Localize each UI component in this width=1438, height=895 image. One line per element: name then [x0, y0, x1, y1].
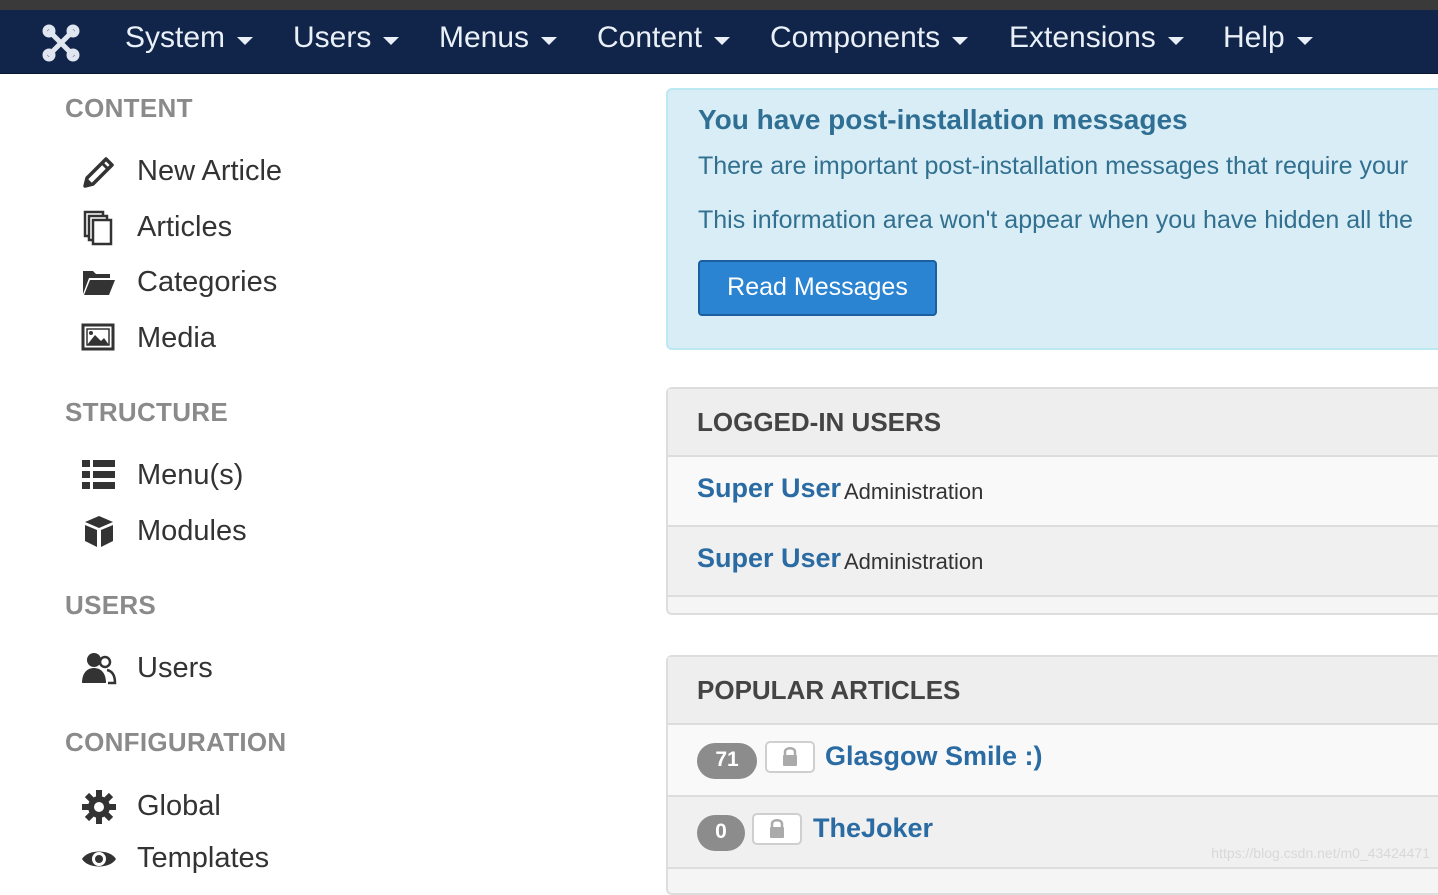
- nav-system-label: System: [125, 21, 226, 54]
- article-title-link[interactable]: Glasgow Smile :): [825, 741, 1043, 772]
- lock-button[interactable]: [752, 813, 802, 845]
- nav-content-menu[interactable]: Content: [597, 10, 731, 66]
- table-row: Super User Administration: [668, 527, 1438, 597]
- hits-badge: 0: [697, 815, 745, 851]
- hits-badge: 71: [697, 743, 757, 779]
- nav-system-menu[interactable]: System: [125, 10, 254, 66]
- nav-components-label: Components: [770, 21, 941, 54]
- sidebar-item-label: Modules: [137, 515, 247, 547]
- list-icon: [82, 460, 115, 489]
- nav-extensions-menu[interactable]: Extensions: [1009, 10, 1184, 66]
- nav-extensions-label: Extensions: [1009, 21, 1156, 54]
- caret-down-icon: [237, 37, 254, 46]
- caret-down-icon: [541, 37, 558, 46]
- sidebar-heading-content: CONTENT: [65, 93, 193, 123]
- copy-icon: [83, 210, 113, 246]
- image-icon: [81, 323, 115, 351]
- sidebar-heading-users: USERS: [65, 590, 157, 620]
- sidebar-item-new-article[interactable]: New Article: [80, 151, 480, 195]
- user-role: Administration: [844, 479, 984, 504]
- table-row: 71 Glasgow Smile :): [668, 725, 1438, 797]
- read-messages-button[interactable]: Read Messages: [698, 260, 937, 316]
- pencil-icon: [83, 157, 114, 188]
- sidebar-item-label: Media: [137, 322, 216, 354]
- sidebar-item-label: Global: [137, 790, 221, 822]
- folder-icon: [83, 271, 115, 295]
- alert-title: You have post-installation messages: [698, 104, 1188, 135]
- nav-menus-label: Menus: [439, 21, 530, 54]
- lock-icon: [770, 819, 784, 838]
- alert-text-line-1: There are important post-installation me…: [698, 152, 1409, 180]
- caret-down-icon: [1296, 37, 1313, 46]
- admin-navbar: System Users Menus Content Components Ex…: [0, 10, 1438, 74]
- nav-users-label: Users: [293, 21, 372, 54]
- sidebar-item-label: Categories: [137, 266, 278, 298]
- post-install-alert: You have post-installation messages Ther…: [666, 88, 1438, 350]
- sidebar-item-modules[interactable]: Modules: [80, 511, 480, 555]
- lock-icon: [783, 747, 797, 766]
- nav-menus-menu[interactable]: Menus: [439, 10, 558, 66]
- gear-icon: [82, 790, 116, 824]
- user-role: Administration: [844, 549, 984, 574]
- article-title-link[interactable]: TheJoker: [813, 813, 933, 844]
- sidebar-item-global[interactable]: Global: [80, 786, 480, 830]
- browser-top-strip: [0, 0, 1438, 10]
- nav-users-menu[interactable]: Users: [293, 10, 400, 66]
- sidebar-item-label: Articles: [137, 211, 233, 243]
- panel-title: POPULAR ARTICLES: [668, 657, 1438, 725]
- user-name-link[interactable]: Super User: [697, 543, 841, 574]
- sidebar-heading-structure: STRUCTURE: [65, 397, 229, 427]
- joomla-logo-icon[interactable]: [38, 20, 84, 66]
- user-name-link[interactable]: Super User: [697, 473, 841, 504]
- logged-in-users-panel: LOGGED-IN USERS Super User Administratio…: [666, 387, 1438, 615]
- nav-components-menu[interactable]: Components: [770, 10, 969, 66]
- panel-title: LOGGED-IN USERS: [668, 389, 1438, 457]
- sidebar-item-menus[interactable]: Menu(s): [80, 455, 480, 499]
- nav-help-menu[interactable]: Help: [1223, 10, 1313, 66]
- sidebar-item-label: Menu(s): [137, 459, 244, 491]
- sidebar-heading-configuration: CONFIGURATION: [65, 727, 287, 757]
- sidebar-item-media[interactable]: Media: [80, 318, 480, 362]
- nav-content-label: Content: [597, 21, 703, 54]
- nav-help-label: Help: [1223, 21, 1285, 54]
- caret-down-icon: [952, 37, 969, 46]
- sidebar-item-categories[interactable]: Categories: [80, 262, 480, 306]
- sidebar-item-label: Templates: [137, 842, 270, 874]
- alert-text-line-2: This information area won't appear when …: [698, 206, 1413, 234]
- caret-down-icon: [714, 37, 731, 46]
- sidebar-item-articles[interactable]: Articles: [80, 207, 480, 251]
- sidebar-item-label: New Article: [137, 155, 283, 187]
- caret-down-icon: [383, 37, 400, 46]
- sidebar-item-label: Users: [137, 652, 213, 684]
- watermark-text: https://blog.csdn.net/m0_43424471: [1211, 845, 1430, 861]
- eye-icon: [82, 851, 116, 867]
- users-icon: [82, 653, 117, 685]
- cube-icon: [85, 516, 113, 547]
- sidebar-item-templates[interactable]: Templates: [80, 838, 480, 882]
- sidebar-item-users[interactable]: Users: [80, 648, 480, 692]
- table-row: Super User Administration: [668, 457, 1438, 527]
- lock-button[interactable]: [765, 741, 815, 773]
- caret-down-icon: [1167, 37, 1184, 46]
